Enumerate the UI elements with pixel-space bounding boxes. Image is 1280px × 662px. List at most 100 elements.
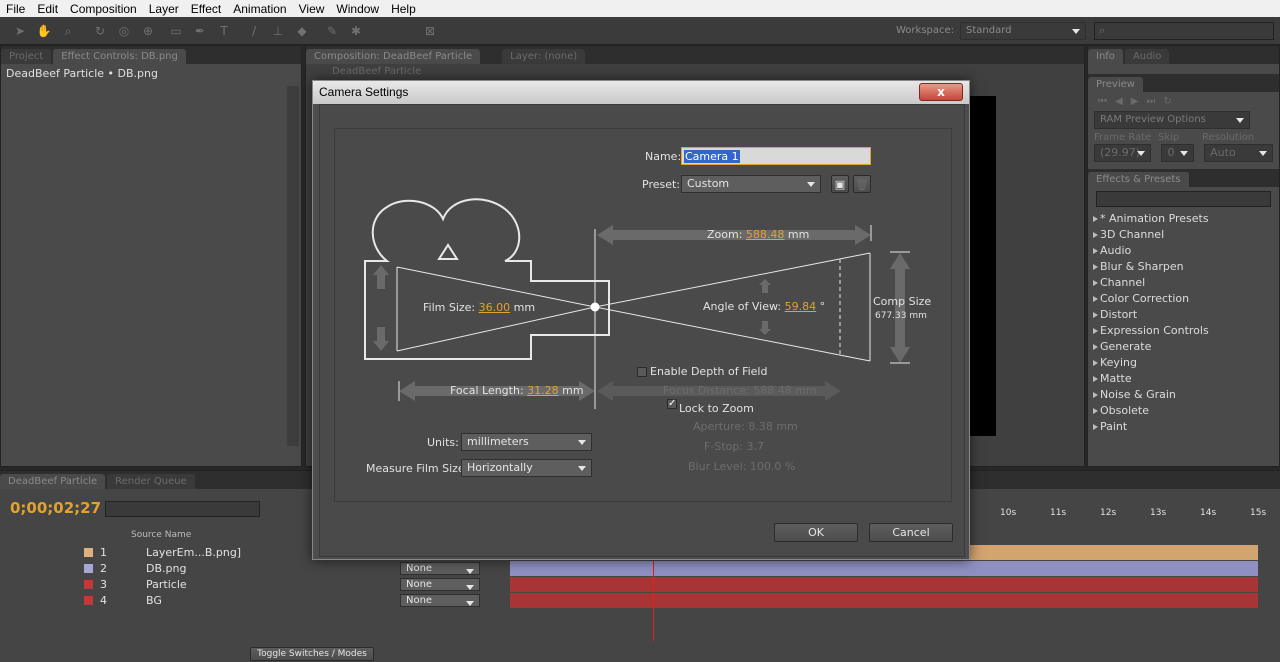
menu-layer[interactable]: Layer bbox=[143, 2, 185, 16]
effects-category[interactable]: Paint bbox=[1088, 419, 1279, 435]
selection-tool-icon[interactable]: ➤ bbox=[10, 21, 30, 41]
rotate-tool-icon[interactable]: ↻ bbox=[90, 21, 110, 41]
timeline-search-input[interactable] bbox=[105, 501, 260, 517]
tab-deadbeef-particle[interactable]: DeadBeef Particle bbox=[0, 474, 106, 489]
layer-name[interactable]: DB.png bbox=[146, 562, 186, 575]
menu-view[interactable]: View bbox=[293, 2, 331, 16]
workspace-dropdown[interactable]: Standard bbox=[960, 22, 1086, 40]
eraser-tool-icon[interactable]: ◆ bbox=[292, 21, 312, 41]
brush-tool-icon[interactable]: ∕ bbox=[244, 21, 264, 41]
frame-rate-dropdown[interactable]: (29.97) bbox=[1094, 144, 1152, 162]
camera-name-input[interactable]: Camera 1 bbox=[681, 147, 871, 165]
layer-duration-bar[interactable] bbox=[510, 561, 1258, 576]
preset-dropdown[interactable]: Custom bbox=[681, 175, 821, 193]
rectangle-tool-icon[interactable]: ▭ bbox=[166, 21, 186, 41]
close-icon[interactable]: x bbox=[919, 83, 963, 101]
layer-number: 4 bbox=[100, 594, 107, 607]
film-size-value[interactable]: 36.00 bbox=[479, 301, 511, 314]
layer-duration-bar[interactable] bbox=[510, 593, 1258, 608]
menu-file[interactable]: File bbox=[0, 2, 31, 16]
effects-category[interactable]: Expression Controls bbox=[1088, 323, 1279, 339]
ok-button[interactable]: OK bbox=[774, 523, 858, 542]
menu-edit[interactable]: Edit bbox=[31, 2, 64, 16]
layer-label-color[interactable] bbox=[84, 596, 93, 605]
effects-category[interactable]: Audio bbox=[1088, 243, 1279, 259]
left-scrollbar[interactable] bbox=[287, 86, 299, 446]
effects-category[interactable]: Obsolete bbox=[1088, 403, 1279, 419]
effects-search-input[interactable] bbox=[1096, 191, 1271, 207]
measure-film-dropdown[interactable]: Horizontally bbox=[461, 459, 592, 477]
focal-length-value[interactable]: 31.28 bbox=[527, 384, 559, 397]
zoom-value[interactable]: 588.48 bbox=[746, 228, 785, 241]
layer-label-color[interactable] bbox=[84, 580, 93, 589]
current-time-indicator[interactable] bbox=[653, 561, 654, 641]
skip-dropdown[interactable]: 0 bbox=[1161, 144, 1195, 162]
film-size-unit: mm bbox=[513, 301, 536, 314]
time-ruler[interactable]: 10s 11s 12s 13s 14s 15s bbox=[960, 508, 1266, 522]
effects-category[interactable]: Distort bbox=[1088, 307, 1279, 323]
menu-bar: File Edit Composition Layer Effect Anima… bbox=[0, 0, 1280, 17]
tab-render-queue[interactable]: Render Queue bbox=[107, 474, 195, 489]
layer-name[interactable]: Particle bbox=[146, 578, 187, 591]
units-dropdown[interactable]: millimeters bbox=[461, 433, 592, 451]
effects-category[interactable]: Keying bbox=[1088, 355, 1279, 371]
cancel-button[interactable]: Cancel bbox=[869, 523, 953, 542]
menu-animation[interactable]: Animation bbox=[227, 2, 292, 16]
enable-dof-checkbox[interactable] bbox=[637, 367, 647, 377]
tab-effects-presets[interactable]: Effects & Presets bbox=[1088, 172, 1189, 187]
layer-label-color[interactable] bbox=[84, 548, 93, 557]
layer-parent-dropdown[interactable]: None bbox=[400, 594, 480, 607]
angle-arrow-top bbox=[759, 279, 771, 293]
effects-category[interactable]: Matte bbox=[1088, 371, 1279, 387]
effects-category[interactable]: Blur & Sharpen bbox=[1088, 259, 1279, 275]
layer-parent-dropdown[interactable]: None bbox=[400, 562, 480, 575]
tab-preview[interactable]: Preview bbox=[1088, 77, 1143, 92]
layer-row[interactable]: 4 BG None bbox=[0, 593, 508, 609]
delete-preset-icon[interactable]: 🗑 bbox=[853, 175, 871, 193]
layer-row[interactable]: 3 Particle None bbox=[0, 577, 508, 593]
effects-category[interactable]: Channel bbox=[1088, 275, 1279, 291]
effects-category[interactable]: 3D Channel bbox=[1088, 227, 1279, 243]
timecode[interactable]: 0;00;02;27 bbox=[10, 499, 101, 517]
toggle-switches-button[interactable]: Toggle Switches / Modes bbox=[250, 647, 374, 661]
help-search-input[interactable]: ⌕ bbox=[1094, 22, 1274, 40]
angle-value[interactable]: 59.84 bbox=[785, 300, 817, 313]
preview-controls[interactable]: ⏮◀▶⏭↻ bbox=[1088, 92, 1279, 111]
clone-stamp-icon[interactable]: ⊥ bbox=[268, 21, 288, 41]
tab-layer[interactable]: Layer: (none) bbox=[502, 49, 586, 64]
resolution-dropdown[interactable]: Auto bbox=[1204, 144, 1273, 162]
layer-parent-dropdown[interactable]: None bbox=[400, 578, 480, 591]
tab-effect-controls[interactable]: Effect Controls: DB.png bbox=[53, 49, 186, 64]
save-preset-icon[interactable]: ▣ bbox=[831, 175, 849, 193]
hand-tool-icon[interactable]: ✋ bbox=[34, 21, 54, 41]
zoom-tool-icon[interactable]: ⌕ bbox=[58, 21, 78, 41]
workspace-label: Workspace: bbox=[896, 25, 955, 36]
effects-category[interactable]: * Animation Presets bbox=[1088, 211, 1279, 227]
menu-help[interactable]: Help bbox=[385, 2, 422, 16]
ram-preview-dropdown[interactable]: RAM Preview Options bbox=[1094, 111, 1250, 129]
tab-info[interactable]: Info bbox=[1088, 49, 1123, 64]
type-tool-icon[interactable]: T bbox=[214, 21, 234, 41]
tab-composition[interactable]: Composition: DeadBeef Particle bbox=[306, 49, 481, 64]
layer-duration-bar[interactable] bbox=[510, 577, 1258, 592]
layer-label-color[interactable] bbox=[84, 564, 93, 573]
menu-window[interactable]: Window bbox=[330, 2, 385, 16]
puppet-extra-icon[interactable]: ⊠ bbox=[420, 21, 440, 41]
effects-category[interactable]: Color Correction bbox=[1088, 291, 1279, 307]
layer-row[interactable]: 2 DB.png None bbox=[0, 561, 508, 577]
menu-effect[interactable]: Effect bbox=[185, 2, 227, 16]
layer-number: 2 bbox=[100, 562, 107, 575]
pen-tool-icon[interactable]: ✒ bbox=[190, 21, 210, 41]
roto-brush-icon[interactable]: ✎ bbox=[322, 21, 342, 41]
lock-zoom-checkbox[interactable]: ✓ bbox=[667, 399, 677, 409]
puppet-pin-icon[interactable]: ✱ bbox=[346, 21, 366, 41]
effects-category[interactable]: Generate bbox=[1088, 339, 1279, 355]
orbit-camera-icon[interactable]: ◎ bbox=[114, 21, 134, 41]
layer-name[interactable]: BG bbox=[146, 594, 162, 607]
tab-audio[interactable]: Audio bbox=[1124, 49, 1170, 64]
menu-composition[interactable]: Composition bbox=[64, 2, 143, 16]
pan-behind-icon[interactable]: ⊕ bbox=[138, 21, 158, 41]
effects-category[interactable]: Noise & Grain bbox=[1088, 387, 1279, 403]
layer-name[interactable]: LayerEm...B.png] bbox=[146, 546, 241, 559]
tab-project[interactable]: Project bbox=[1, 49, 52, 64]
